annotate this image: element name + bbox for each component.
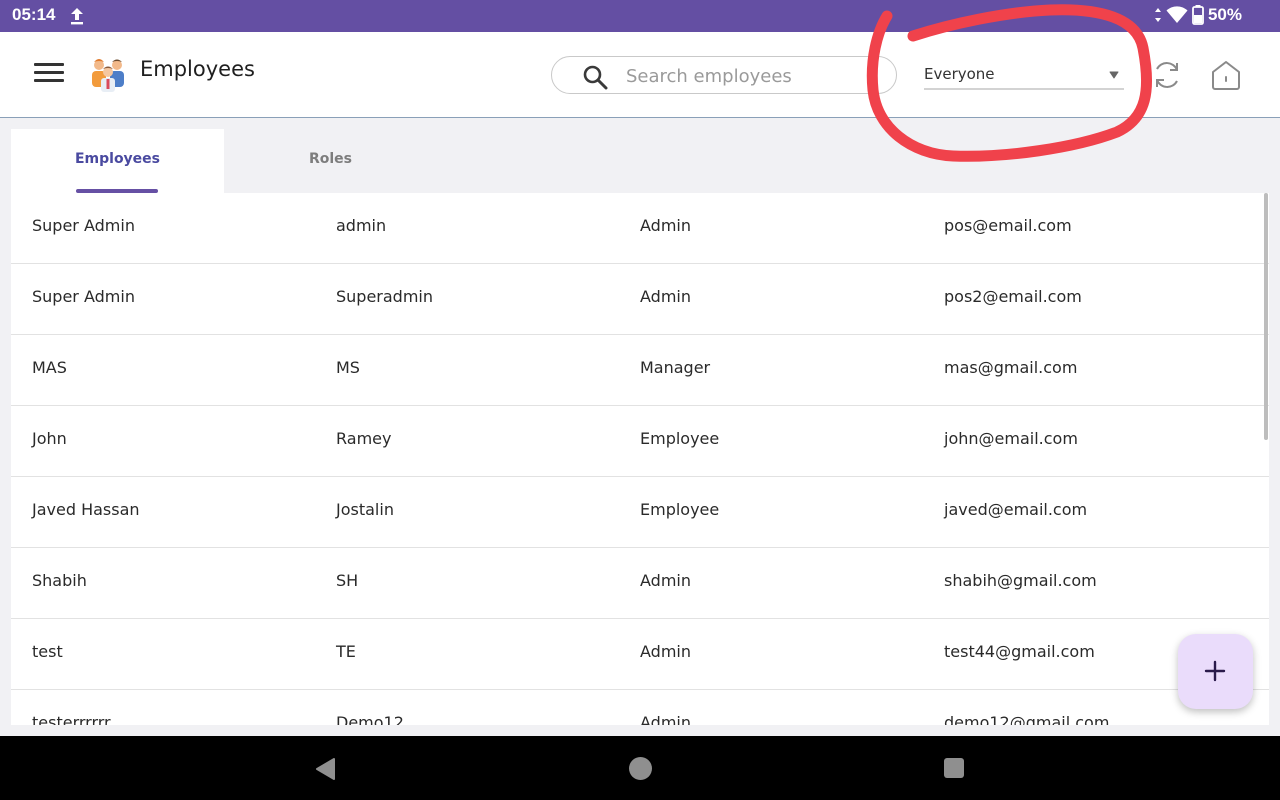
cell-role: Admin [640, 216, 691, 235]
table-scrollbar[interactable] [1264, 193, 1268, 440]
table-row[interactable]: Javed Hassan Jostalin Employee javed@ema… [11, 477, 1269, 548]
cell-email: shabih@gmail.com [944, 571, 1097, 590]
cell-email: john@email.com [944, 429, 1078, 448]
cell-email: pos@email.com [944, 216, 1072, 235]
table-row[interactable]: MAS MS Manager mas@gmail.com [11, 335, 1269, 406]
add-employee-button[interactable] [1178, 634, 1253, 709]
wifi-icon [1166, 6, 1188, 23]
cell-last-name: Jostalin [336, 500, 394, 519]
nav-home-icon[interactable] [629, 757, 652, 780]
cell-role: Employee [640, 500, 720, 519]
status-time: 05:14 [12, 5, 56, 24]
cell-last-name: Ramey [336, 429, 392, 448]
search-box[interactable] [551, 56, 897, 94]
table-row[interactable]: test TE Admin test44@gmail.com [11, 619, 1269, 690]
tab-roles[interactable]: Roles [224, 129, 437, 193]
cell-last-name: SH [336, 571, 359, 590]
cell-last-name: Demo12 [336, 713, 404, 725]
data-arrows-icon [1154, 8, 1161, 22]
status-icons: 50% [1154, 5, 1242, 25]
search-icon [583, 65, 608, 90]
table-row[interactable]: Shabih SH Admin shabih@gmail.com [11, 548, 1269, 619]
tab-bar: Employees Roles [11, 129, 1269, 193]
refresh-icon[interactable] [1150, 58, 1184, 92]
nav-recents-icon[interactable] [944, 758, 964, 778]
cell-role: Employee [640, 429, 720, 448]
home-icon[interactable] [1209, 58, 1243, 92]
cell-last-name: TE [336, 642, 356, 661]
upload-icon [71, 8, 83, 25]
cell-last-name: Superadmin [336, 287, 434, 306]
table-row[interactable]: testerrrrrr Demo12 Admin demo12@gmail.co… [11, 690, 1269, 725]
cell-email: test44@gmail.com [944, 642, 1095, 661]
system-nav-bar [0, 736, 1280, 800]
cell-role: Admin [640, 287, 691, 306]
tab-employees-label: Employees [74, 151, 161, 167]
cell-first-name: test [32, 642, 63, 661]
table-row[interactable]: John Ramey Employee john@email.com [11, 406, 1269, 477]
cell-email: mas@gmail.com [944, 358, 1078, 377]
chevron-down-icon [1109, 71, 1119, 79]
plus-icon [1204, 660, 1226, 682]
cell-last-name: admin [336, 216, 387, 235]
cell-role: Manager [640, 358, 711, 377]
role-filter-dropdown[interactable]: Everyone [924, 62, 1124, 90]
role-filter-value: Everyone [924, 65, 995, 83]
page-title: Employees [140, 57, 255, 81]
tab-roles-label: Roles [308, 151, 353, 167]
cell-first-name: Super Admin [32, 216, 135, 235]
cell-email: javed@email.com [944, 500, 1088, 519]
search-input[interactable] [626, 61, 876, 91]
cell-first-name: testerrrrrr [32, 713, 111, 725]
cell-role: Admin [640, 713, 691, 725]
cell-role: Admin [640, 642, 691, 661]
cell-role: Admin [640, 571, 691, 590]
cell-email: pos2@email.com [944, 287, 1082, 306]
app-bar: Employees Everyone [0, 32, 1280, 118]
status-bar: 05:14 50% [0, 0, 1280, 32]
cell-first-name: John [32, 429, 67, 448]
employees-logo-icon [92, 59, 124, 92]
cell-first-name: Super Admin [32, 287, 135, 306]
tab-employees[interactable]: Employees [11, 129, 224, 193]
battery-percent: 50% [1207, 5, 1242, 24]
battery-icon [1192, 5, 1204, 25]
table-row[interactable]: Super Admin admin Admin pos@email.com [11, 193, 1269, 264]
nav-back-icon[interactable] [314, 757, 338, 781]
cell-email: demo12@gmail.com [944, 713, 1110, 725]
cell-last-name: MS [336, 358, 360, 377]
table-row[interactable]: Super Admin Superadmin Admin pos2@email.… [11, 264, 1269, 335]
cell-first-name: Javed Hassan [32, 500, 140, 519]
cell-first-name: Shabih [32, 571, 87, 590]
cell-first-name: MAS [32, 358, 67, 377]
employees-table: Super Admin admin Admin pos@email.com Su… [11, 193, 1269, 725]
menu-icon[interactable] [34, 63, 64, 87]
